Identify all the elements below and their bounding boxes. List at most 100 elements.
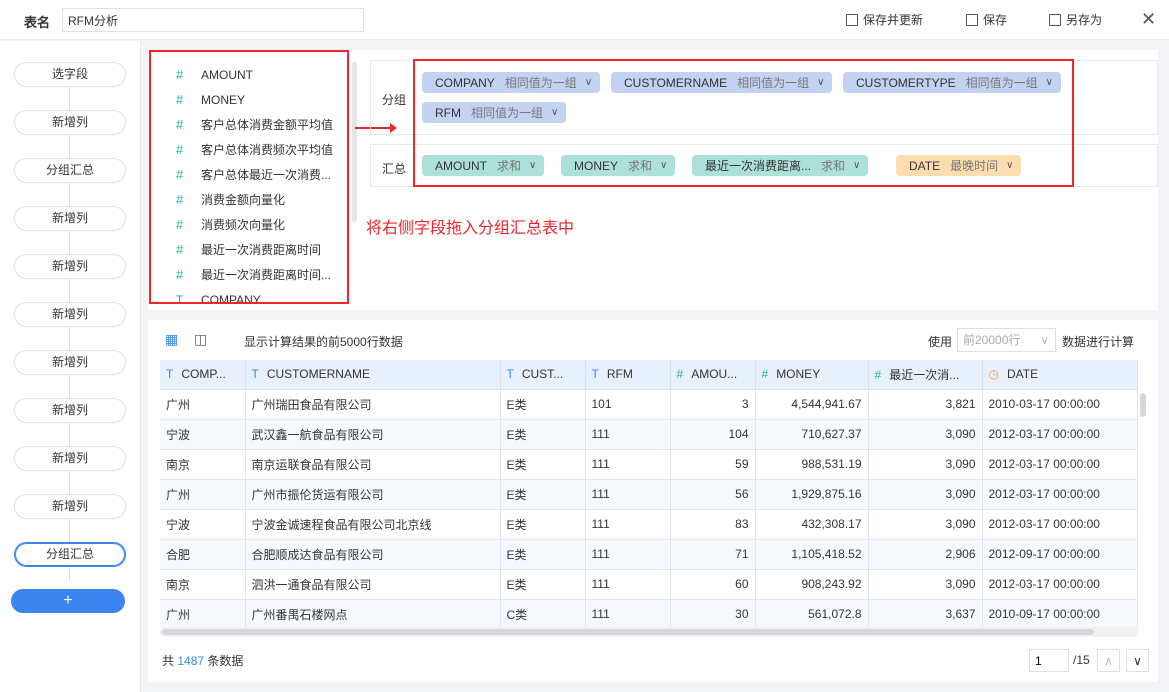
column-name: AMOU...: [691, 367, 738, 382]
table-cell: 泗洪一通食品有限公司: [245, 568, 501, 599]
table-cell: 宁波: [160, 508, 246, 539]
field-name: 消费频次向量化: [201, 218, 286, 232]
table-cell: 710,627.37: [755, 418, 869, 449]
table-cell: 111: [585, 418, 671, 449]
field-item[interactable]: # 消费金额向量化: [151, 187, 347, 212]
field-item[interactable]: # 消费频次向量化: [151, 212, 347, 237]
table-cell: 4,544,941.67: [755, 388, 869, 419]
table-cell: 2010-09-17 00:00:00: [982, 598, 1138, 629]
step-button[interactable]: 新增列: [14, 206, 126, 231]
next-page-button[interactable]: ∨: [1126, 649, 1149, 672]
add-step-button[interactable]: +: [11, 589, 125, 613]
table-cell: 2012-03-17 00:00:00: [982, 448, 1138, 479]
panel-view-icon[interactable]: ◫: [194, 331, 207, 348]
row-count: 共 1487 条数据: [162, 652, 243, 669]
vertical-scrollbar[interactable]: [1140, 393, 1146, 417]
step-button[interactable]: 新增列: [14, 398, 126, 423]
field-name: 客户总体消费频次平均值: [201, 143, 334, 157]
column-header[interactable]: T CUSTOMERNAME: [245, 360, 501, 389]
group-label: 分组: [382, 93, 407, 107]
table-cell: 111: [585, 538, 671, 569]
number-type-icon: #: [176, 242, 184, 257]
column-header[interactable]: # MONEY: [755, 360, 869, 389]
save-update-icon: [846, 13, 858, 26]
field-item[interactable]: # 客户总体最近一次消费...: [151, 162, 347, 187]
column-header[interactable]: T RFM: [585, 360, 671, 389]
highlight-box: [413, 59, 1074, 187]
table-row: 宁波 宁波金诚速程食品有限公司北京线 E类 111 83 432,308.17 3,090 2…: [160, 508, 1138, 539]
table-cell: 南京运联食品有限公司: [245, 448, 501, 479]
table-cell: 广州番禺石楼网点: [245, 598, 501, 629]
step-button[interactable]: 分组汇总: [14, 542, 126, 567]
step-button[interactable]: 新增列: [14, 350, 126, 375]
table-row: 广州 广州番禺石楼网点 C类 111 30 561,072.8 3,637 2010-09-1…: [160, 598, 1138, 629]
text-type-icon: T: [591, 367, 599, 382]
number-type-icon: #: [176, 92, 184, 107]
table-row: 宁波 武汉鑫一航食品有限公司 E类 111 104 710,627.37 3,090 2012…: [160, 418, 1138, 449]
page-input[interactable]: [1029, 649, 1069, 672]
table-cell: 111: [585, 478, 671, 509]
column-header[interactable]: ◷ DATE: [982, 360, 1138, 389]
field-item[interactable]: # 最近一次消费距离时间...: [151, 262, 347, 287]
step-button[interactable]: 新增列: [14, 302, 126, 327]
save-update-button[interactable]: 保存并更新: [846, 11, 923, 28]
table-cell: 30: [670, 598, 756, 629]
step-button[interactable]: 新增列: [14, 254, 126, 279]
column-header[interactable]: T CUST...: [500, 360, 586, 389]
table-cell: 3: [670, 388, 756, 419]
step-button[interactable]: 选字段: [14, 62, 126, 87]
table-cell: 3,090: [868, 418, 983, 449]
table-cell: 2010-03-17 00:00:00: [982, 388, 1138, 419]
field-item[interactable]: # 客户总体消费频次平均值: [151, 137, 347, 162]
field-name: 最近一次消费距离时间...: [201, 268, 332, 282]
table-cell: 111: [585, 598, 671, 629]
save-as-button[interactable]: 另存为: [1049, 11, 1102, 28]
table-cell: 908,243.92: [755, 568, 869, 599]
table-row: 广州 广州市振伦货运有限公司 E类 111 56 1,929,875.16 3,090 201…: [160, 478, 1138, 509]
column-header[interactable]: # AMOU...: [670, 360, 756, 389]
table-cell: 2012-03-17 00:00:00: [982, 418, 1138, 449]
column-header[interactable]: T COMP...: [160, 360, 246, 389]
table-cell: 广州瑞田食品有限公司: [245, 388, 501, 419]
field-item[interactable]: # 最近一次消费距离时间: [151, 237, 347, 262]
horizontal-scrollbar[interactable]: [162, 629, 1094, 635]
clock-icon: ◷: [988, 367, 999, 382]
rows-select[interactable]: 前20000行 ∨: [957, 328, 1056, 352]
text-type-icon: T: [506, 367, 514, 382]
grid-view-icon[interactable]: ▦: [165, 331, 178, 348]
column-header[interactable]: # 最近一次消...: [868, 360, 983, 389]
column-name: CUSTOMERNAME: [266, 367, 370, 382]
prev-page-button[interactable]: ∧: [1097, 649, 1120, 672]
step-button[interactable]: 新增列: [14, 446, 126, 471]
field-name: AMOUNT: [201, 67, 253, 82]
save-update-label: 保存并更新: [863, 13, 924, 27]
field-item[interactable]: T COMPANY: [151, 287, 347, 304]
step-button[interactable]: 分组汇总: [14, 158, 126, 183]
text-type-icon: T: [251, 367, 259, 382]
table-cell: 59: [670, 448, 756, 479]
number-type-icon: #: [176, 142, 184, 157]
count-suffix: 条数据: [207, 654, 244, 668]
number-type-icon: #: [176, 192, 184, 207]
table-cell: 60: [670, 568, 756, 599]
column-name: MONEY: [776, 367, 821, 382]
field-item[interactable]: # 客户总体消费金额平均值: [151, 112, 347, 137]
step-button[interactable]: 新增列: [14, 494, 126, 519]
field-list-scrollbar[interactable]: [352, 62, 357, 222]
text-type-icon: T: [176, 292, 184, 304]
count-prefix: 共: [162, 654, 175, 668]
table-cell: 2012-03-17 00:00:00: [982, 568, 1138, 599]
save-button[interactable]: 保存: [966, 11, 1007, 28]
table-name-input[interactable]: [62, 8, 364, 32]
close-icon[interactable]: ✕: [1141, 9, 1156, 30]
table-cell: 3,090: [868, 508, 983, 539]
field-name: 客户总体消费金额平均值: [201, 118, 334, 132]
table-cell: 合肥: [160, 538, 246, 569]
step-button[interactable]: 新增列: [14, 110, 126, 135]
field-name: 最近一次消费距离时间: [201, 243, 322, 257]
table-row: 广州 广州瑞田食品有限公司 E类 101 3 4,544,941.67 3,821 2010-…: [160, 388, 1138, 419]
field-item[interactable]: # MONEY: [151, 87, 347, 112]
field-item[interactable]: # AMOUNT: [151, 62, 347, 87]
table-cell: E类: [500, 478, 586, 509]
number-type-icon: #: [176, 267, 184, 282]
